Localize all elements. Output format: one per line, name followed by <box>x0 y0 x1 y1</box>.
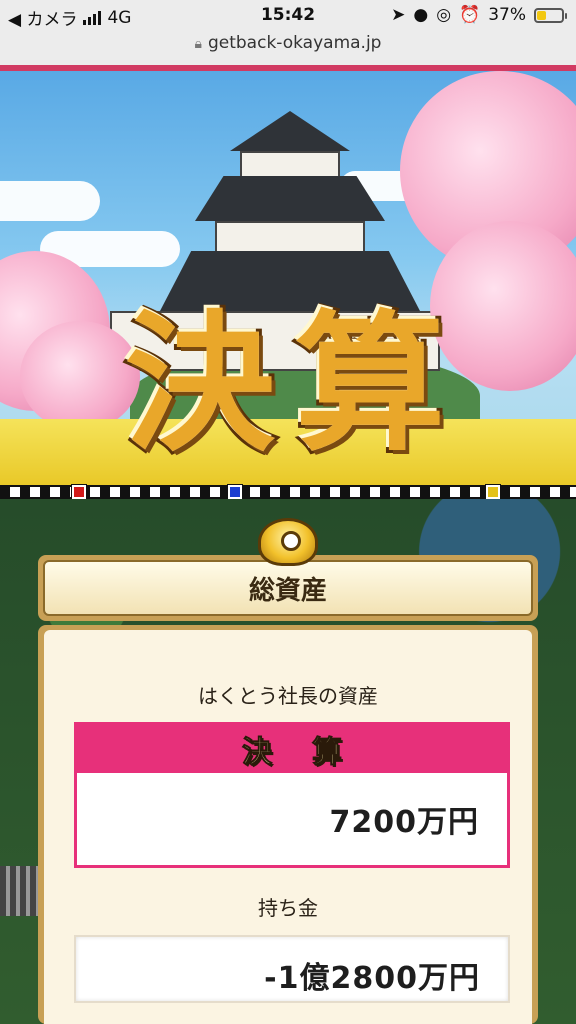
lock-icon: 🔒︎ <box>194 36 202 52</box>
kessan-box: 決 算 7200万円 <box>74 722 510 868</box>
person-icon: ● <box>413 5 429 25</box>
kessan-header-char-1: 決 <box>242 735 273 771</box>
kessan-banner: 決 算 <box>0 71 576 489</box>
railway-track <box>0 866 40 916</box>
logo-char-2: 算 <box>292 293 448 475</box>
total-assets-title: 総資産 <box>43 560 533 616</box>
kessan-amount: 7200万円 <box>329 805 479 840</box>
station-marker-blue <box>228 485 242 499</box>
castle-roof <box>230 111 350 151</box>
assets-card: はくとう社長の資産 決 算 7200万円 持ち金 -1億2800万円 <box>38 625 538 1024</box>
battery-level <box>537 10 546 20</box>
rotation-lock-icon: ◎ <box>436 5 452 25</box>
cash-label: 持ち金 <box>258 896 318 920</box>
url-text: getback-okayama.jp <box>207 33 382 53</box>
battery-label: 37% <box>488 5 526 25</box>
status-bar: ◀ カメラ 4G 15:42 ➤ ● ◎ ⏰ 37% <box>0 0 576 30</box>
cherry-blossom <box>430 221 576 391</box>
logo-char-1: 決 <box>122 293 278 475</box>
castle-wall <box>215 221 365 256</box>
cloud <box>0 181 100 221</box>
cash-box: -1億2800万円 <box>74 935 510 1003</box>
station-marker-yellow <box>486 485 500 499</box>
cash-amount: -1億2800万円 <box>264 961 480 996</box>
location-icon: ➤ <box>391 5 406 25</box>
kessan-logo: 決 算 <box>120 271 450 475</box>
gold-medal-icon <box>258 518 318 566</box>
status-right: ➤ ● ◎ ⏰ 37% <box>391 5 567 25</box>
alarm-icon: ⏰ <box>459 5 481 25</box>
assets-card-body: はくとう社長の資産 決 算 7200万円 持ち金 -1億2800万円 <box>44 630 532 1024</box>
owner-assets-label: はくとう社長の資産 <box>198 684 378 708</box>
address-bar[interactable]: 🔒︎ getback-okayama.jp <box>0 30 576 68</box>
battery-icon <box>534 7 567 23</box>
station-marker-red <box>72 485 86 499</box>
castle-roof <box>195 176 385 221</box>
kessan-header: 決 算 <box>77 725 507 773</box>
kessan-header-char-2: 算 <box>312 735 343 771</box>
